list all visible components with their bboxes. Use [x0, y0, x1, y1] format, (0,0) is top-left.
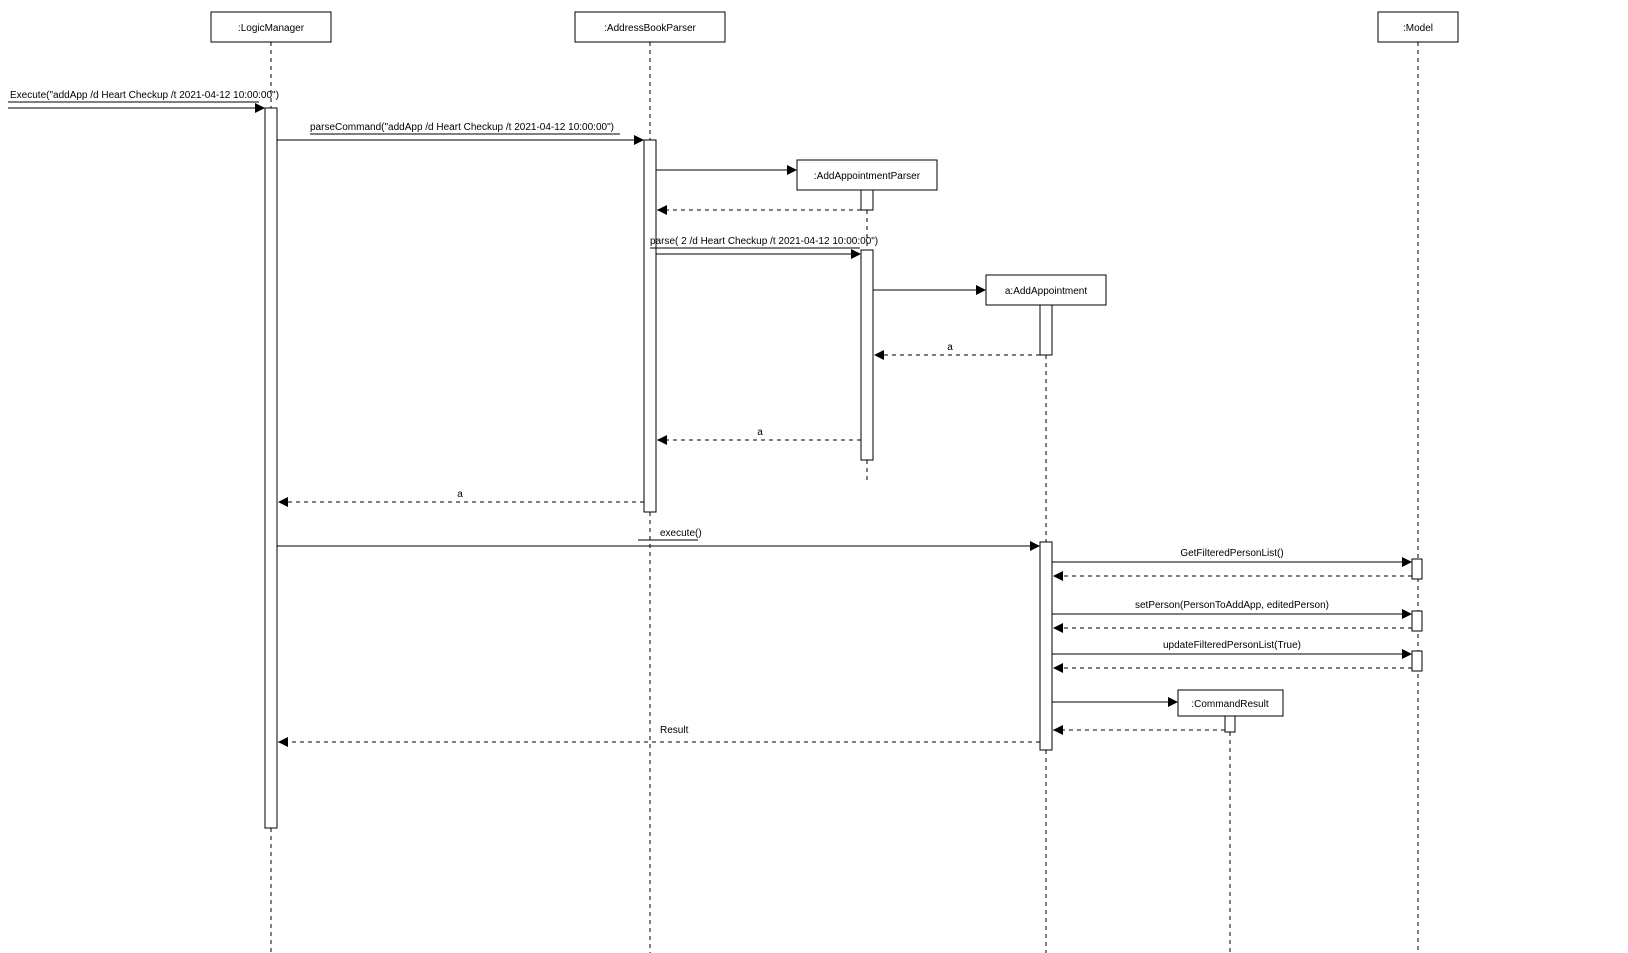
lifeline-label-model: :Model	[1403, 23, 1433, 34]
msg-return-a1-label: a	[947, 342, 953, 353]
activation-addappointmentparser-1	[861, 190, 873, 210]
activation-addappointment-1	[1040, 305, 1052, 355]
lifeline-label-addappointmentparser: :AddAppointmentParser	[814, 171, 921, 182]
msg-execute-label: Execute("addApp /d Heart Checkup /t 2021…	[10, 90, 279, 101]
activation-addressbookparser	[644, 140, 656, 512]
msg-getfiltered-label: GetFilteredPersonList()	[1180, 548, 1283, 559]
lifeline-label-addressbookparser: :AddressBookParser	[604, 23, 696, 34]
activation-model-3	[1412, 651, 1422, 671]
msg-return-a3-label: a	[457, 489, 463, 500]
activation-commandresult	[1225, 716, 1235, 732]
activation-logicmanager	[265, 108, 277, 828]
msg-executecall-label: execute()	[660, 528, 702, 539]
msg-parse-label: parse( 2 /d Heart Checkup /t 2021-04-12 …	[650, 236, 878, 247]
activation-model-2	[1412, 611, 1422, 631]
activation-addappointment-2	[1040, 542, 1052, 750]
msg-setperson-label: setPerson(PersonToAddApp, editedPerson)	[1135, 600, 1329, 611]
msg-result-label: Result	[660, 725, 689, 736]
activation-addappointmentparser-2	[861, 250, 873, 460]
sequence-diagram: :LogicManager :AddressBookParser :Model …	[0, 0, 1628, 953]
lifeline-label-logicmanager: :LogicManager	[238, 23, 305, 34]
lifeline-label-addappointment: a:AddAppointment	[1005, 286, 1088, 297]
msg-parsecommand-label: parseCommand("addApp /d Heart Checkup /t…	[310, 122, 614, 133]
msg-return-a2-label: a	[757, 427, 763, 438]
msg-updatefiltered-label: updateFilteredPersonList(True)	[1163, 640, 1301, 651]
lifeline-label-commandresult: :CommandResult	[1191, 699, 1268, 710]
activation-model-1	[1412, 559, 1422, 579]
